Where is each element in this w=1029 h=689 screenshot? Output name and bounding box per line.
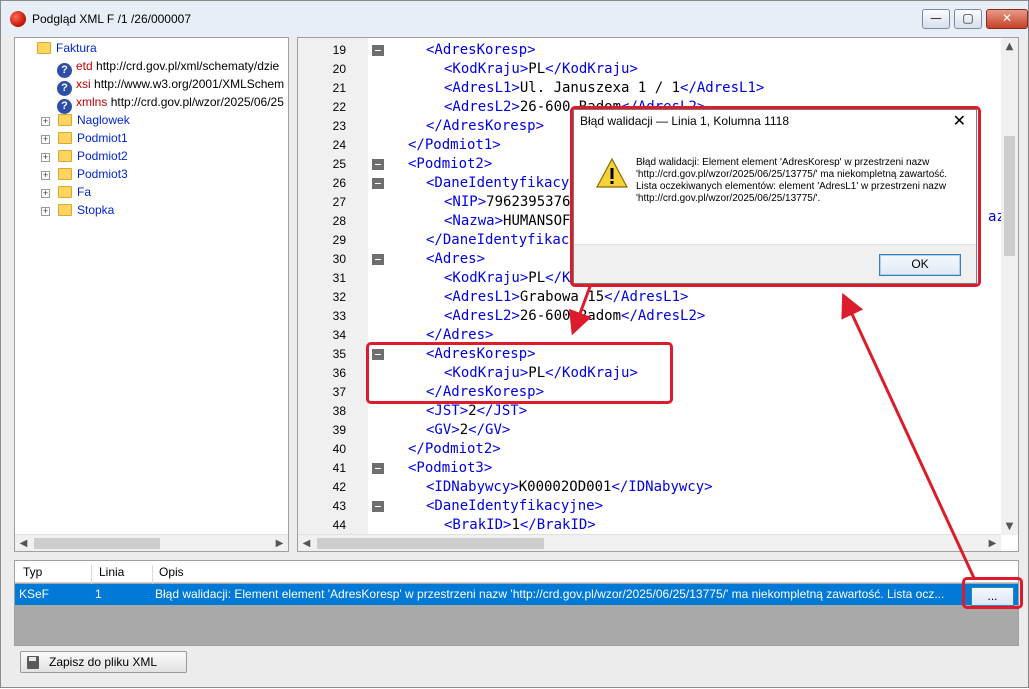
main-window: Podgląd XML F /1 /26/000007 — ▢ ✕ Faktur…: [0, 0, 1029, 688]
arrow-to-code: [568, 283, 593, 336]
annotation-arrows: [568, 283, 976, 579]
arrow-to-dialog: [841, 292, 976, 579]
